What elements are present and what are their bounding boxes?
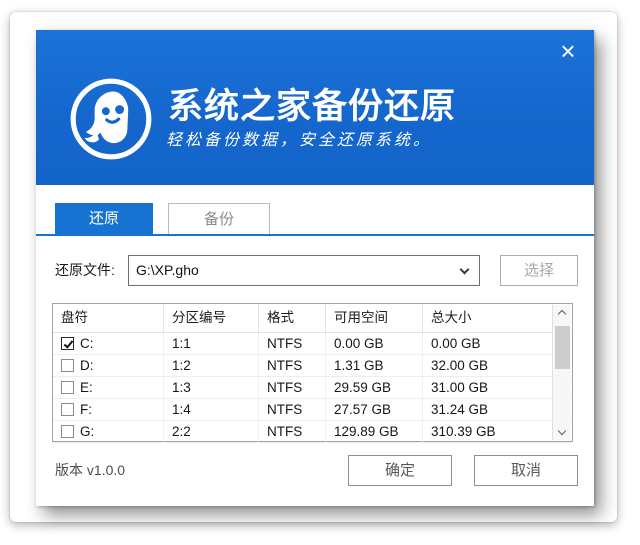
drive-label: D: bbox=[80, 355, 94, 376]
partition-cell: 1:3 bbox=[164, 377, 259, 398]
restore-file-value: G:\XP.gho bbox=[136, 256, 199, 285]
col-header-partition: 分区编号 bbox=[164, 304, 259, 332]
chevron-down-icon bbox=[558, 427, 566, 435]
total-size-cell: 32.00 GB bbox=[423, 355, 572, 376]
tab-restore[interactable]: 还原 bbox=[55, 203, 153, 234]
screenshot-canvas: 系统之家备份还原 轻松备份数据，安全还原系统。 × 还原 备份 还原文件: G:… bbox=[0, 0, 640, 545]
close-button[interactable]: × bbox=[552, 36, 584, 68]
total-size-cell: 31.24 GB bbox=[423, 399, 572, 420]
ghost-logo-icon bbox=[68, 76, 154, 162]
ok-button[interactable]: 确定 bbox=[348, 455, 452, 486]
total-size-cell: 0.00 GB bbox=[423, 333, 572, 354]
table-row[interactable]: D: 1:2 NTFS 1.31 GB 32.00 GB bbox=[53, 355, 572, 377]
select-file-button[interactable]: 选择 bbox=[500, 255, 578, 286]
free-space-cell: 1.31 GB bbox=[326, 355, 423, 376]
partition-cell: 1:2 bbox=[164, 355, 259, 376]
checkbox[interactable] bbox=[61, 403, 74, 416]
checkbox[interactable] bbox=[61, 425, 74, 438]
col-header-free-space: 可用空间 bbox=[326, 304, 423, 332]
scroll-down-button[interactable] bbox=[553, 424, 572, 440]
total-size-cell: 31.00 GB bbox=[423, 377, 572, 398]
free-space-cell: 29.59 GB bbox=[326, 377, 423, 398]
free-space-cell: 27.57 GB bbox=[326, 399, 423, 420]
version-label: 版本 v1.0.0 bbox=[55, 455, 125, 486]
checkbox[interactable] bbox=[61, 381, 74, 394]
format-cell: NTFS bbox=[259, 355, 326, 376]
chevron-down-icon bbox=[460, 265, 470, 275]
table-header-row: 盘符 分区编号 格式 可用空间 总大小 bbox=[53, 304, 572, 333]
partition-cell: 1:1 bbox=[164, 333, 259, 354]
backup-restore-dialog: 系统之家备份还原 轻松备份数据，安全还原系统。 × 还原 备份 还原文件: G:… bbox=[36, 30, 594, 506]
scroll-up-button[interactable] bbox=[553, 305, 572, 321]
free-space-cell: 129.89 GB bbox=[326, 421, 423, 442]
restore-file-combobox[interactable]: G:\XP.gho bbox=[128, 255, 480, 286]
tab-backup[interactable]: 备份 bbox=[168, 203, 270, 234]
checkbox[interactable] bbox=[61, 337, 74, 350]
cancel-button[interactable]: 取消 bbox=[474, 455, 578, 486]
col-header-format: 格式 bbox=[259, 304, 326, 332]
checkbox[interactable] bbox=[61, 359, 74, 372]
format-cell: NTFS bbox=[259, 333, 326, 354]
drive-label: G: bbox=[80, 421, 94, 442]
app-title: 系统之家备份还原 bbox=[168, 78, 456, 129]
app-header: 系统之家备份还原 轻松备份数据，安全还原系统。 × bbox=[36, 30, 594, 185]
format-cell: NTFS bbox=[259, 377, 326, 398]
app-subtitle: 轻松备份数据，安全还原系统。 bbox=[166, 126, 432, 150]
drive-label: E: bbox=[80, 377, 93, 398]
restore-file-label: 还原文件: bbox=[55, 255, 115, 286]
scroll-thumb[interactable] bbox=[555, 326, 570, 369]
chevron-up-icon bbox=[558, 310, 566, 318]
tab-underline bbox=[36, 234, 594, 236]
free-space-cell: 0.00 GB bbox=[326, 333, 423, 354]
drive-label: F: bbox=[80, 399, 92, 420]
close-icon: × bbox=[560, 36, 575, 66]
total-size-cell: 310.39 GB bbox=[423, 421, 572, 442]
table-row[interactable]: E: 1:3 NTFS 29.59 GB 31.00 GB bbox=[53, 377, 572, 399]
table-row[interactable]: C: 1:1 NTFS 0.00 GB 0.00 GB bbox=[53, 333, 572, 355]
partition-table: 盘符 分区编号 格式 可用空间 总大小 C: 1:1 NTFS 0.00 GB … bbox=[52, 303, 573, 442]
col-header-total-size: 总大小 bbox=[423, 304, 572, 332]
table-row[interactable]: G: 2:2 NTFS 129.89 GB 310.39 GB bbox=[53, 421, 572, 443]
drive-label: C: bbox=[80, 333, 94, 354]
partition-cell: 1:4 bbox=[164, 399, 259, 420]
scrollbar[interactable] bbox=[552, 305, 571, 440]
partition-cell: 2:2 bbox=[164, 421, 259, 442]
table-row[interactable]: F: 1:4 NTFS 27.57 GB 31.24 GB bbox=[53, 399, 572, 421]
col-header-drive: 盘符 bbox=[53, 304, 164, 332]
format-cell: NTFS bbox=[259, 421, 326, 442]
format-cell: NTFS bbox=[259, 399, 326, 420]
